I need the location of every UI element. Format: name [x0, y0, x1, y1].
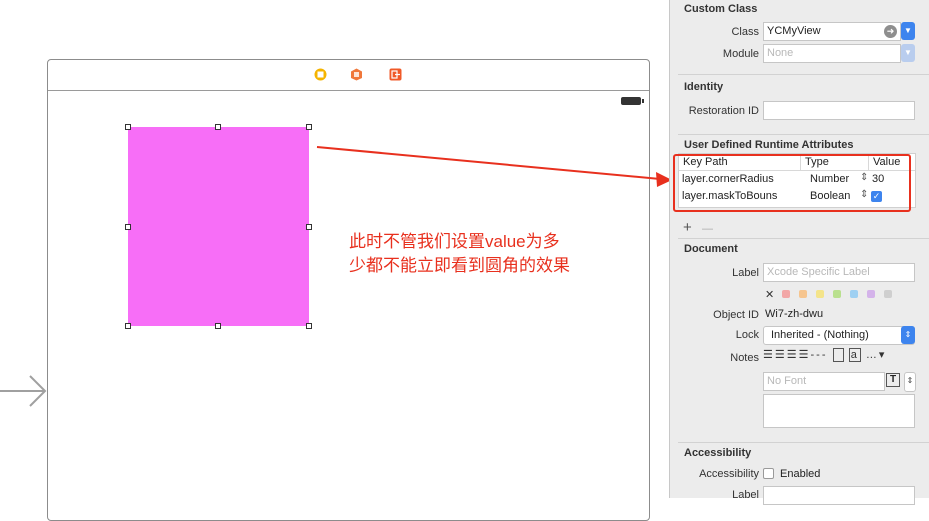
divider — [678, 134, 929, 135]
color-swatch[interactable] — [799, 290, 807, 298]
resize-handle[interactable] — [215, 323, 221, 329]
accessibility-enabled-checkbox[interactable] — [763, 468, 774, 479]
color-swatch[interactable] — [884, 290, 892, 298]
lock-value: Inherited - (Nothing) — [771, 329, 869, 341]
identity-title: Identity — [684, 81, 724, 93]
module-placeholder: None — [767, 47, 794, 59]
document-label-field[interactable]: Xcode Specific Label — [763, 263, 915, 282]
divider — [678, 74, 929, 75]
notes-textarea[interactable] — [763, 394, 915, 428]
custom-class-title: Custom Class — [684, 3, 758, 15]
module-label: Module — [722, 48, 759, 60]
color-swatch[interactable] — [782, 290, 790, 298]
resize-handle[interactable] — [125, 124, 131, 130]
divider — [678, 238, 929, 239]
remove-attribute-button[interactable]: — — [702, 222, 713, 236]
resize-handle[interactable] — [306, 124, 312, 130]
class-value: YCMyView — [767, 25, 821, 37]
align-center-icon[interactable]: ☰ — [775, 349, 787, 361]
enabled-label: Enabled — [780, 468, 821, 480]
font-stepper-icon[interactable]: ⇕ — [904, 372, 916, 392]
color-swatch[interactable] — [833, 290, 841, 298]
resize-handle[interactable] — [306, 224, 312, 230]
accessibility-title: Accessibility — [684, 447, 752, 459]
ycmyview-pink-view[interactable] — [128, 127, 309, 326]
add-attribute-button[interactable]: + — [683, 220, 692, 235]
go-to-class-icon[interactable]: ➜ — [884, 25, 897, 38]
more-icon[interactable]: …▾ — [866, 349, 887, 361]
class-field[interactable]: YCMyView — [763, 22, 901, 41]
module-field[interactable]: None — [763, 44, 901, 63]
identity-inspector: Custom Class Class YCMyView ➜ ▼ Module N… — [669, 0, 929, 505]
font-picker-icon[interactable]: T — [886, 373, 900, 387]
resize-handle[interactable] — [125, 224, 131, 230]
color-swatch[interactable] — [816, 290, 824, 298]
document-title: Document — [684, 243, 738, 255]
align-right-icon[interactable]: ☰ — [787, 349, 799, 361]
resize-handle[interactable] — [125, 323, 131, 329]
view-controller-icon[interactable] — [314, 68, 327, 81]
class-dropdown-button[interactable]: ▼ — [901, 22, 915, 40]
annotation-line-2: 少都不能立即看到圆角的效果 — [349, 256, 570, 275]
format-icon[interactable]: a — [848, 348, 861, 362]
class-label: Class — [731, 26, 759, 38]
accessibility-label-label: Label — [732, 489, 759, 501]
lock-popup[interactable]: Inherited - (Nothing) — [763, 326, 915, 345]
object-id-label: Object ID — [713, 309, 759, 321]
separator-icon[interactable]: --- — [811, 349, 828, 361]
color-swatch[interactable] — [867, 290, 875, 298]
notes-label: Notes — [730, 352, 759, 364]
lock-dropdown-button[interactable]: ⇕ — [901, 326, 915, 344]
color-swatch[interactable] — [850, 290, 858, 298]
annotation-text: 此时不管我们设置value为多 少都不能立即看到圆角的效果 — [349, 230, 619, 278]
clear-color-icon[interactable]: ✕ — [765, 288, 774, 301]
divider — [678, 442, 929, 443]
annotation-line-1: 此时不管我们设置value为多 — [349, 232, 560, 251]
accessibility-label: Accessibility — [699, 468, 759, 480]
document-label-placeholder: Xcode Specific Label — [767, 266, 870, 278]
accessibility-label-field[interactable] — [763, 486, 915, 505]
restoration-id-field[interactable] — [763, 101, 915, 120]
storyboard-canvas: 此时不管我们设置value为多 少都不能立即看到圆角的效果 — [0, 0, 669, 521]
object-id-value: Wi7-zh-dwu — [765, 308, 824, 320]
font-field[interactable]: No Font — [763, 372, 885, 391]
runtime-attributes-highlight — [673, 154, 911, 212]
runtime-attributes-title: User Defined Runtime Attributes — [684, 139, 854, 151]
restoration-id-label: Restoration ID — [688, 105, 759, 117]
module-dropdown-button[interactable]: ▼ — [901, 44, 915, 62]
exit-icon[interactable] — [389, 68, 402, 81]
justify-icon[interactable]: ☰ — [799, 349, 811, 361]
battery-icon — [621, 97, 644, 105]
font-placeholder: No Font — [767, 375, 807, 387]
lock-label: Lock — [735, 329, 759, 341]
resize-handle[interactable] — [306, 323, 312, 329]
resize-handle[interactable] — [215, 124, 221, 130]
document-label-label: Label — [732, 267, 759, 279]
text-box-icon[interactable] — [832, 348, 844, 362]
scene-dock — [48, 60, 649, 91]
align-left-icon[interactable]: ☰ — [763, 349, 775, 361]
notes-format-toolbar[interactable]: ☰☰☰☰--- a …▾ — [763, 348, 915, 366]
first-responder-icon[interactable] — [350, 68, 363, 81]
entry-point-arrow-icon — [0, 375, 47, 407]
